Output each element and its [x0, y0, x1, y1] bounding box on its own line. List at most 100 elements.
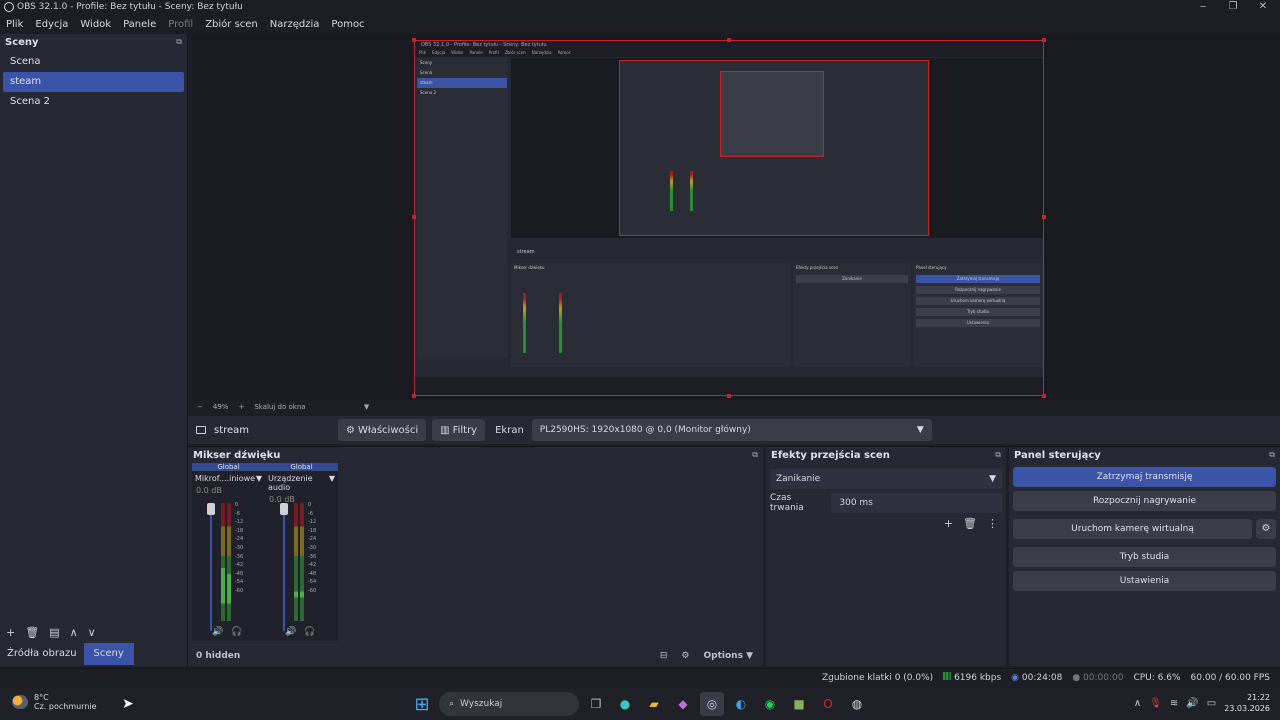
resize-handle[interactable]	[1042, 215, 1046, 219]
start-virtual-camera-button[interactable]: Uruchom kamerę wirtualną	[1013, 519, 1252, 539]
duration-input[interactable]: 300 ms	[831, 493, 1002, 513]
preview-canvas[interactable]: OBS 32.1.0 - Profile: Bez tytułu - Sceny…	[414, 40, 1044, 396]
menu-edit[interactable]: Edycja	[29, 19, 74, 30]
chevron-down-icon: ▼	[328, 474, 335, 483]
resize-handle[interactable]	[412, 394, 416, 398]
start-recording-button[interactable]: Rozpocznij nagrywanie	[1013, 491, 1276, 511]
battery-icon[interactable]: ▭	[1207, 698, 1216, 709]
tick-label: -54	[308, 579, 317, 586]
gear-icon: ⚙	[346, 424, 355, 436]
preview-area[interactable]: OBS 32.1.0 - Profile: Bez tytułu - Sceny…	[192, 34, 1280, 400]
menu-help[interactable]: Pomoc	[325, 19, 370, 30]
menu-docks[interactable]: Panele	[117, 19, 162, 30]
resize-handle[interactable]	[412, 215, 416, 219]
taskbar-search[interactable]: ⌕ Wyszukaj	[439, 692, 579, 716]
scene-item-scena-2[interactable]: Scena 2	[3, 92, 184, 112]
menu-profile[interactable]: Profil	[162, 19, 199, 30]
properties-button[interactable]: ⚙ Właściwości	[338, 419, 427, 441]
minecraft-icon[interactable]: ■	[787, 692, 811, 716]
steam-icon[interactable]: ◎	[700, 692, 724, 716]
wifi-icon[interactable]: ≋	[1170, 698, 1178, 709]
studio-mode-button[interactable]: Tryb studia	[1013, 547, 1276, 567]
edge-icon[interactable]: ◐	[729, 692, 753, 716]
app-icon[interactable]: ◆	[671, 692, 695, 716]
task-view-icon[interactable]: ❐	[584, 692, 608, 716]
nested-scenes-dock: Sceny Scena steam Scena 2	[417, 58, 507, 358]
menu-tools[interactable]: Narzędzia	[264, 19, 326, 30]
channel-icons: 🔊 🎧	[212, 627, 242, 637]
more-options-icon[interactable]: ⋮	[987, 517, 998, 530]
chevron-down-icon: ▼	[363, 403, 370, 411]
undock-icon[interactable]: ⧉	[176, 37, 182, 47]
settings-button[interactable]: Ustawienia	[1013, 571, 1276, 591]
display-select[interactable]: PL2590HS: 1920x1080 @ 0,0 (Monitor główn…	[531, 419, 932, 441]
chevron-down-icon: ▼	[255, 474, 262, 483]
add-scene-icon[interactable]: +	[6, 626, 15, 639]
scene-item-scena[interactable]: Scena	[3, 52, 184, 72]
zoom-out-button[interactable]: −	[197, 403, 203, 411]
menu-view[interactable]: Widok	[74, 19, 117, 30]
scene-filters-icon[interactable]: ▤	[49, 626, 59, 639]
resize-handle[interactable]	[727, 38, 731, 42]
menu-scene-collection[interactable]: Zbiór scen	[199, 19, 264, 30]
controls-header: Panel sterujący ⧉	[1009, 447, 1280, 463]
nested-scene: Scena	[420, 70, 433, 75]
scene-item-steam[interactable]: steam	[3, 72, 184, 92]
move-up-icon[interactable]: ∧	[70, 626, 78, 639]
mute-icon[interactable]: 🔊	[285, 627, 296, 637]
close-button[interactable]: ✕	[1248, 0, 1278, 14]
tick-label: -6	[235, 510, 240, 517]
undock-icon[interactable]: ⧉	[752, 450, 758, 460]
obs-taskbar-icon[interactable]: ◍	[845, 692, 869, 716]
filters-button[interactable]: ▥ Filtry	[432, 419, 486, 441]
channel-icons: 🔊 🎧	[285, 627, 315, 637]
weather-widget[interactable]: 8°C Cz. pochmurnie	[12, 693, 97, 711]
move-down-icon[interactable]: ∨	[88, 626, 96, 639]
file-explorer-icon[interactable]: ▰	[642, 692, 666, 716]
resize-handle[interactable]	[412, 38, 416, 42]
microphone-icon[interactable]: 🎙	[1149, 698, 1162, 709]
monitor-headphones-icon[interactable]: 🎧	[231, 627, 242, 637]
channel-name-select[interactable]: Urządzenie audio ▼	[265, 471, 338, 495]
volume-icon[interactable]: 🔊	[1186, 698, 1198, 709]
clock[interactable]: 21:22 23.03.2026	[1224, 692, 1270, 714]
volume-meter	[221, 503, 225, 621]
menu-file[interactable]: Plik	[0, 19, 29, 30]
tab-sources[interactable]: Źródła obrazu	[0, 643, 84, 665]
chevron-up-icon[interactable]: ∧	[1134, 698, 1141, 709]
volume-fader-track[interactable]	[210, 513, 212, 631]
selected-source: stream	[196, 425, 326, 436]
app-icon[interactable]: ●	[613, 692, 637, 716]
channel-name-select[interactable]: Mikrof....iniowe ▼	[192, 471, 265, 486]
hidden-count[interactable]: 0 hidden	[196, 651, 240, 661]
windows-start-icon[interactable]: ⊞	[410, 692, 434, 716]
maximize-button[interactable]: ❐	[1218, 0, 1248, 14]
resize-handle[interactable]	[727, 394, 731, 398]
scale-mode-select[interactable]: Skaluj do okna ▼	[254, 403, 369, 411]
remove-transition-icon[interactable]: 🗑	[963, 517, 977, 530]
virtual-camera-settings-icon[interactable]: ⚙	[1256, 519, 1276, 539]
tab-scenes[interactable]: Sceny	[83, 643, 134, 665]
add-transition-icon[interactable]: +	[944, 517, 953, 530]
resize-handle[interactable]	[1042, 38, 1046, 42]
remove-scene-icon[interactable]: 🗑	[25, 626, 39, 639]
mixer-options-button[interactable]: Options ▼	[704, 651, 754, 661]
duration-label: Czas trwania	[770, 493, 804, 513]
stop-stream-button[interactable]: Zatrzymaj transmisję	[1013, 467, 1276, 487]
volume-fader-track[interactable]	[283, 513, 285, 631]
zoom-in-button[interactable]: +	[238, 403, 244, 411]
undock-icon[interactable]: ⧉	[995, 450, 1001, 460]
minimize-button[interactable]: ‒	[1188, 0, 1218, 14]
nested-transition-select: Zanikanie	[796, 275, 908, 283]
volume-fader-knob[interactable]	[280, 503, 288, 515]
mute-icon[interactable]: 🔊	[212, 627, 223, 637]
opera-icon[interactable]: O	[816, 692, 840, 716]
resize-handle[interactable]	[1042, 394, 1046, 398]
monitor-headphones-icon[interactable]: 🎧	[304, 627, 315, 637]
spotify-icon[interactable]: ◉	[758, 692, 782, 716]
volume-fader-knob[interactable]	[207, 503, 215, 515]
layout-toggle-icon[interactable]: ⊟	[660, 651, 668, 661]
advanced-audio-icon[interactable]: ⚙	[681, 651, 689, 661]
transition-select[interactable]: Zanikanie ▼	[770, 469, 1002, 489]
undock-icon[interactable]: ⧉	[1269, 450, 1275, 460]
